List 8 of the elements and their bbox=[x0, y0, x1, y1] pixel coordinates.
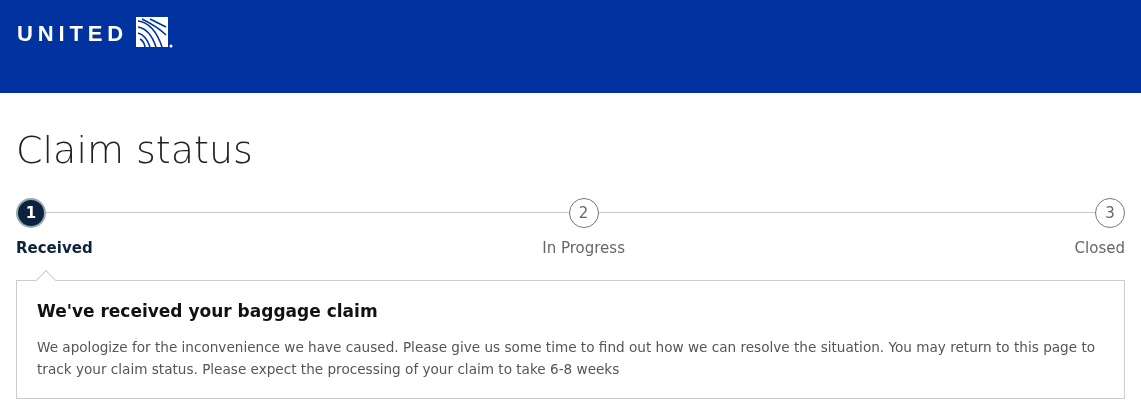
step-label: In Progress bbox=[542, 238, 625, 259]
globe-logo-icon bbox=[135, 17, 174, 50]
card-body: We apologize for the inconvenience we have caused. Please give us some time to find out how we can resolve the situation. You may return to this page to track your claim status. Please expect the processing of your claim to take 6-8 weeks bbox=[37, 338, 1097, 379]
logo-wordmark[interactable]: UNITED bbox=[17, 17, 128, 50]
page-title: Claim status bbox=[16, 127, 254, 174]
step-label: Received bbox=[16, 238, 93, 259]
card-heading: We've received your baggage claim bbox=[37, 299, 379, 323]
step-label: Closed bbox=[1074, 238, 1125, 259]
